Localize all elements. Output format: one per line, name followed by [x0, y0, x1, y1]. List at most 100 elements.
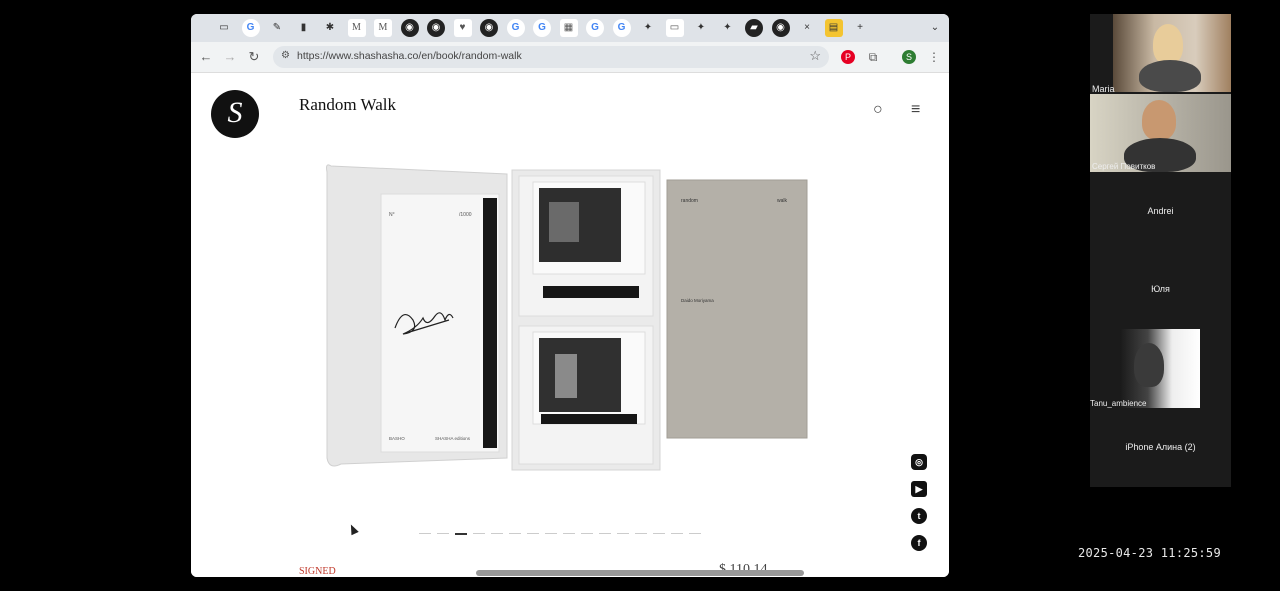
carousel-dot[interactable]	[617, 533, 629, 535]
carousel-dot[interactable]	[455, 532, 467, 535]
print-top-strip	[543, 286, 639, 298]
tab-search-chevron-icon[interactable]: ⌄	[926, 19, 944, 37]
participant-head	[1142, 100, 1176, 140]
participant-name: Andrei	[1147, 206, 1174, 216]
webpage: S Random Walk ○ ≡ N° /1000 BASHO SHASHA …	[191, 73, 949, 577]
participant-tile[interactable]: Maria	[1092, 14, 1231, 94]
tab-openai-icon[interactable]: ◉	[400, 19, 419, 37]
tab-window-icon[interactable]: ▭	[215, 19, 233, 37]
browser-window: ⌄ ▭ G ✎ ▮ ✱ M M ◉ ◉ ♥ ◉ G G ▦ G G ✦ ▭ ✦ ✦ ▰ ◉ × ▤ + ← → ↻ ⚙ http…	[191, 14, 949, 577]
bookmark-star-icon[interactable]: ☆	[809, 48, 821, 64]
participant-tile[interactable]: Юля	[1090, 250, 1231, 326]
carousel-dot[interactable]	[527, 533, 539, 535]
tab-image-icon[interactable]: ▦	[559, 19, 578, 37]
carousel-dot[interactable]	[689, 533, 701, 535]
signed-label: SIGNED	[299, 566, 336, 577]
tab-sparkle-icon[interactable]: ✦	[692, 19, 710, 37]
search-icon[interactable]: ○	[873, 101, 883, 119]
carousel-dot[interactable]	[599, 533, 611, 535]
recording-timestamp: 2025-04-23 11:25:59	[1078, 546, 1221, 560]
carousel-dot[interactable]	[635, 533, 647, 535]
participant-name: Юля	[1151, 284, 1170, 294]
carousel-dot[interactable]	[563, 533, 575, 535]
page-title: Random Walk	[299, 95, 397, 114]
participant-name: Tanu_ambience	[1090, 399, 1147, 408]
forward-arrow-icon[interactable]: →	[221, 48, 239, 66]
box-black-strip	[483, 198, 497, 448]
tab-openai-icon[interactable]: ◉	[480, 19, 498, 37]
tab-terminal-icon[interactable]: ▰	[745, 19, 763, 37]
participant-tile[interactable]: Tanu_ambience	[1090, 329, 1200, 408]
box-number-label: /1000	[459, 212, 472, 218]
carousel-dot[interactable]	[671, 533, 683, 535]
carousel-dot[interactable]	[581, 533, 593, 535]
tab-heart-icon[interactable]: ♥	[453, 19, 472, 37]
address-bar[interactable]: ⚙ https://www.shashasha.co/en/book/rando…	[273, 46, 829, 68]
tab-strip: ⌄ ▭ G ✎ ▮ ✱ M M ◉ ◉ ♥ ◉ G G ▦ G G ✦ ▭ ✦ ✦ ▰ ◉ × ▤ +	[191, 14, 949, 42]
pinterest-extension-icon[interactable]: P	[841, 50, 855, 64]
photo-top-detail	[549, 202, 579, 242]
horizontal-scrollbar[interactable]	[476, 570, 804, 576]
browser-menu-icon[interactable]: ⋮	[927, 50, 941, 64]
tab-pen-icon[interactable]: ✎	[268, 19, 286, 37]
tab-google-icon[interactable]: G	[612, 19, 631, 37]
book-title-left: random	[681, 198, 698, 204]
participant-tile[interactable]: iPhone Алина (2)	[1090, 412, 1231, 484]
carousel-indicators	[419, 525, 707, 535]
extensions-puzzle-icon[interactable]: ⧉	[866, 50, 880, 64]
twitter-icon[interactable]: t	[911, 508, 927, 524]
close-tab-icon[interactable]: ×	[798, 19, 816, 37]
carousel-dot[interactable]	[437, 533, 449, 535]
book-cover[interactable]	[666, 179, 808, 439]
participant-head	[1153, 24, 1183, 64]
profile-avatar-icon[interactable]: S	[902, 50, 916, 64]
participant-head	[1134, 343, 1164, 387]
tab-gmail-icon[interactable]: M	[374, 19, 392, 37]
carousel-dot[interactable]	[545, 533, 557, 535]
new-tab-button[interactable]: +	[851, 19, 869, 37]
participant-name: Сергей Повитков	[1092, 162, 1156, 171]
box-left-footer: BASHO	[389, 436, 405, 441]
tab-openai-icon[interactable]: ◉	[771, 19, 790, 37]
book-author: Daido Moriyama	[681, 298, 714, 303]
reload-icon[interactable]: ↻	[245, 48, 263, 66]
tab-gmail-icon[interactable]: M	[347, 19, 366, 37]
tab-sparkle-icon[interactable]: ✦	[639, 19, 657, 37]
tab-bookmark-icon[interactable]: ▮	[295, 19, 313, 37]
site-settings-icon[interactable]: ⚙	[281, 50, 290, 61]
participant-tile[interactable]: Andrei	[1090, 174, 1231, 246]
tab-card-icon[interactable]: ▭	[665, 19, 684, 37]
participant-tile[interactable]: Сергей Повитков	[1090, 94, 1231, 172]
youtube-icon[interactable]: ▶	[911, 481, 927, 497]
product-image[interactable]: N° /1000 BASHO SHASHA editions random wa…	[319, 158, 819, 488]
hamburger-menu-icon[interactable]: ≡	[911, 101, 920, 119]
tab-google-icon[interactable]: G	[533, 19, 551, 37]
participants-panel: Maria Сергей Повитков Andrei Юля Tanu_am…	[1090, 14, 1231, 487]
participant-name: Maria	[1092, 84, 1115, 94]
carousel-dot[interactable]	[473, 533, 485, 535]
tab-sparkle-icon[interactable]: ✦	[719, 19, 737, 37]
book-title-right: walk	[777, 198, 788, 204]
tab-google-icon[interactable]: G	[506, 19, 525, 37]
photo-bottom-detail	[555, 354, 577, 398]
instagram-icon[interactable]: ◎	[911, 454, 927, 470]
participant-name: iPhone Алина (2)	[1125, 442, 1196, 452]
print-bottom-strip	[541, 414, 637, 424]
tab-asterisk-icon[interactable]: ✱	[321, 19, 339, 37]
address-url[interactable]: https://www.shashasha.co/en/book/random-…	[297, 50, 522, 62]
back-arrow-icon[interactable]: ←	[197, 48, 215, 66]
tab-google-icon[interactable]: G	[241, 19, 260, 37]
carousel-dot[interactable]	[491, 533, 503, 535]
photo-print-bottom[interactable]	[539, 338, 621, 412]
carousel-dot[interactable]	[509, 533, 521, 535]
tab-notes-icon[interactable]: ▤	[824, 19, 843, 37]
box-right-footer: SHASHA editions	[435, 436, 471, 441]
participant-body	[1139, 60, 1201, 92]
shashasha-logo[interactable]: S	[211, 90, 259, 138]
carousel-dot[interactable]	[653, 533, 665, 535]
tab-openai-icon[interactable]: ◉	[427, 19, 445, 37]
tab-google-icon[interactable]: G	[586, 19, 604, 37]
browser-toolbar: ← → ↻ ⚙ https://www.shashasha.co/en/book…	[191, 42, 949, 73]
facebook-icon[interactable]: f	[911, 535, 927, 551]
carousel-dot[interactable]	[419, 533, 431, 535]
